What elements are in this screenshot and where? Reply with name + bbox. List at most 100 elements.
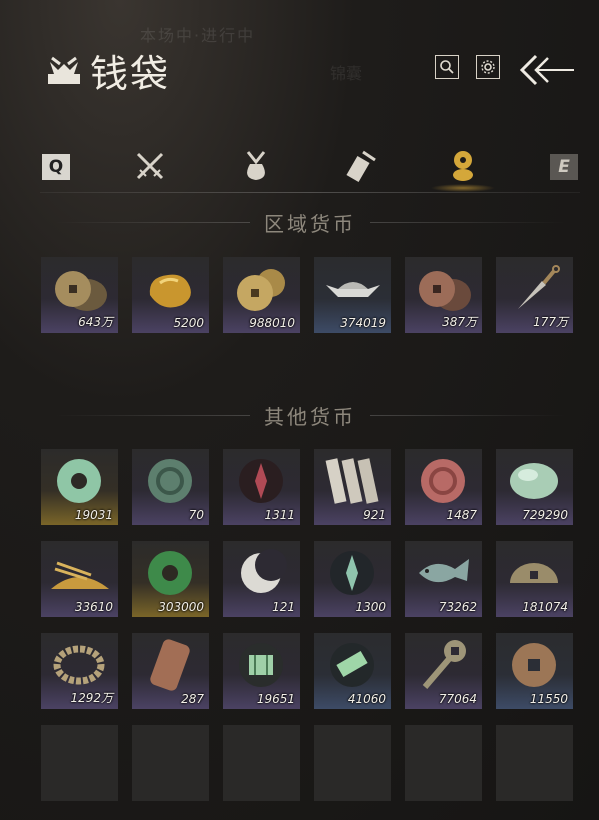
other-currency-grid: 19031 70 1311 921 1487 729290 33610 3030… [41, 449, 573, 801]
tab-weapons[interactable] [132, 148, 168, 184]
currency-quantity: 70 [188, 508, 204, 522]
tab-currency[interactable] [431, 148, 495, 192]
currency-quantity: 921 [363, 508, 386, 522]
currency-slot[interactable]: 19651 [223, 633, 300, 709]
divider-line [370, 414, 566, 416]
currency-slot[interactable]: 988010 [223, 257, 300, 333]
broken-coin-icon [510, 563, 558, 583]
search-icon [440, 60, 454, 74]
page-title: 钱袋 [90, 51, 171, 96]
divider-line [370, 221, 566, 223]
empty-slot [496, 725, 573, 801]
pouch-icon [246, 151, 266, 180]
currency-slot[interactable]: 1300 [314, 541, 391, 617]
section-header-regional: 区域货币 [40, 207, 580, 237]
currency-quantity: 643万 [78, 315, 113, 329]
tab-pouch[interactable] [238, 148, 274, 184]
currency-slot[interactable]: 77064 [405, 633, 482, 709]
currency-quantity: 1300 [355, 600, 386, 614]
settings-button[interactable] [476, 55, 500, 79]
green-ticket-icon [330, 643, 374, 687]
currency-slot[interactable]: 921 [314, 449, 391, 525]
square-hole-coin-icon [512, 643, 556, 687]
currency-quantity: 1292万 [70, 691, 113, 705]
currency-quantity: 287 [181, 692, 204, 706]
currency-slot[interactable]: 19031 [41, 449, 118, 525]
currency-quantity: 33610 [74, 600, 113, 614]
empty-slot [405, 725, 482, 801]
tab-divider [40, 192, 580, 193]
bead-bracelet-icon [53, 645, 105, 685]
copper-coins-icon [55, 271, 107, 311]
copper-plate-icon [150, 639, 190, 691]
fish-icon [419, 559, 469, 583]
currency-quantity: 73262 [438, 600, 477, 614]
currency-quantity: 177万 [533, 315, 568, 329]
jade-ring-icon [57, 459, 101, 503]
throwing-knife-icon [518, 265, 560, 309]
prev-tab-key[interactable]: Q [42, 154, 70, 180]
currency-slot[interactable]: 181074 [496, 541, 573, 617]
currency-slot[interactable]: 33610 [41, 541, 118, 617]
currency-quantity: 1311 [264, 508, 295, 522]
divider-line [54, 221, 250, 223]
next-tab-key[interactable]: E [550, 154, 578, 180]
empty-slot [41, 725, 118, 801]
currency-quantity: 77064 [438, 692, 477, 706]
green-jade-ring-icon [148, 551, 192, 595]
silver-ingot-icon [326, 282, 380, 297]
currency-quantity: 41060 [347, 692, 386, 706]
currency-slot[interactable]: 177万 [496, 257, 573, 333]
map-token-icon [239, 643, 283, 687]
bronze-coins-icon [419, 271, 471, 311]
search-button[interactable] [435, 55, 459, 79]
jade-pebble-icon [510, 463, 558, 499]
currency-slot[interactable]: 5200 [132, 257, 209, 333]
section-title: 其他货币 [264, 404, 356, 429]
currency-slot[interactable]: 121 [223, 541, 300, 617]
currency-slot[interactable]: 729290 [496, 449, 573, 525]
crossed-swords-icon [136, 152, 164, 180]
gear-icon [481, 60, 495, 74]
currency-slot[interactable]: 303000 [132, 541, 209, 617]
currency-quantity: 181074 [522, 600, 568, 614]
crescent-moon-icon [241, 549, 287, 593]
currency-quantity: 729290 [522, 508, 568, 522]
currency-slot[interactable]: 1311 [223, 449, 300, 525]
currency-slot[interactable]: 1292万 [41, 633, 118, 709]
currency-slot[interactable]: 643万 [41, 257, 118, 333]
currency-slot[interactable]: 70 [132, 449, 209, 525]
red-emblem-icon [239, 459, 283, 503]
tab-scrolls[interactable] [343, 148, 379, 184]
currency-slot[interactable]: 287 [132, 633, 209, 709]
currency-quantity: 5200 [173, 316, 204, 330]
gold-coins-icon [237, 269, 285, 311]
currency-quantity: 1487 [446, 508, 477, 522]
currency-slot[interactable]: 374019 [314, 257, 391, 333]
currency-slot[interactable]: 11550 [496, 633, 573, 709]
category-tab-bar: Q E [40, 142, 580, 192]
title-bar: 钱袋 [44, 42, 170, 98]
green-emblem-icon [330, 551, 374, 595]
empty-slot [314, 725, 391, 801]
currency-quantity: 374019 [340, 316, 386, 330]
red-stone-icon [421, 459, 465, 503]
currency-slot[interactable]: 1487 [405, 449, 482, 525]
currency-quantity: 303000 [158, 600, 204, 614]
back-arrow-icon[interactable] [518, 52, 578, 88]
key-coin-icon [422, 640, 466, 689]
divider-line [54, 414, 250, 416]
currency-quantity: 19651 [256, 692, 295, 706]
empty-slot [132, 725, 209, 801]
currency-slot[interactable]: 41060 [314, 633, 391, 709]
currency-quantity: 988010 [249, 316, 295, 330]
regional-currency-grid: 643万 5200 988010 374019 387万 177万 [41, 257, 573, 333]
background-text-2: 锦囊 [330, 64, 363, 83]
currency-quantity: 19031 [74, 508, 113, 522]
currency-slot[interactable]: 73262 [405, 541, 482, 617]
currency-slot[interactable]: 387万 [405, 257, 482, 333]
bamboo-slips-icon [325, 458, 379, 504]
section-title: 区域货币 [264, 211, 356, 236]
coin-stack-icon [453, 151, 473, 181]
grain-pile-icon [51, 561, 109, 589]
